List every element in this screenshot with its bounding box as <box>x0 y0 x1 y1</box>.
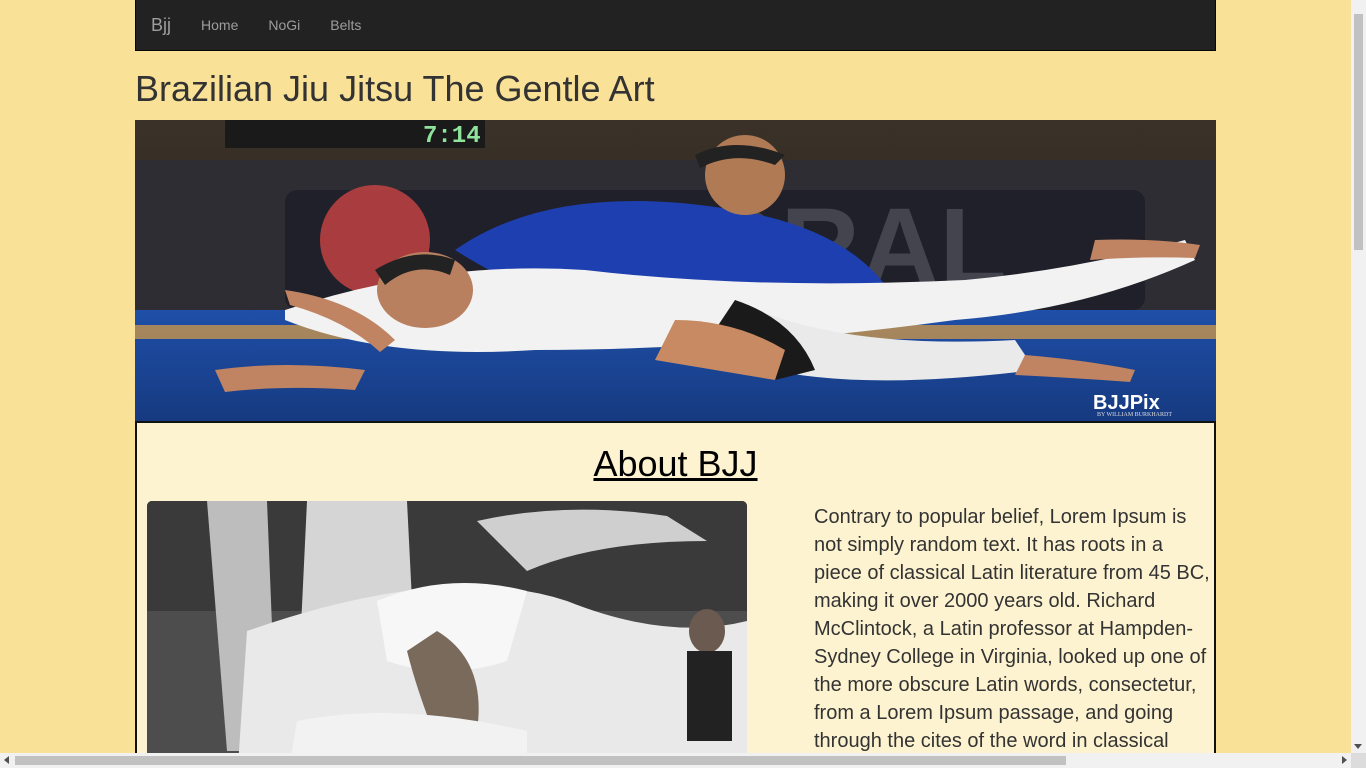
vertical-scroll-thumb[interactable] <box>1354 14 1363 250</box>
nav-item-home[interactable]: Home <box>186 0 253 50</box>
about-section: About BJJ Contrary to popular belief, Lo… <box>135 421 1216 768</box>
scrollbar-corner <box>1351 753 1366 768</box>
scroll-down-arrow-icon[interactable] <box>1354 744 1362 749</box>
horizontal-scrollbar[interactable] <box>0 753 1351 768</box>
watermark-subtext: BY WILLIAM BURKHARDT <box>1097 412 1172 418</box>
brand-link[interactable]: Bjj <box>136 0 186 50</box>
top-navbar: Bjj Home NoGi Belts <box>135 0 1216 51</box>
horizontal-scroll-thumb[interactable] <box>15 756 1066 765</box>
vertical-scrollbar[interactable] <box>1351 0 1366 753</box>
hero-banner-image: 7:14 ORAL BJJPix BY WILLIAM BURKHARDT <box>135 120 1216 421</box>
page-title: Brazilian Jiu Jitsu The Gentle Art <box>135 68 655 109</box>
scoreboard-text: 7:14 <box>423 123 481 150</box>
about-heading: About BJJ <box>593 443 758 484</box>
nav-item-belts[interactable]: Belts <box>315 0 376 50</box>
nav-item-nogi[interactable]: NoGi <box>253 0 315 50</box>
scroll-right-arrow-icon[interactable] <box>1342 756 1347 764</box>
watermark-text: BJJPix <box>1093 392 1160 414</box>
scroll-left-arrow-icon[interactable] <box>4 756 9 764</box>
about-paragraph: Contrary to popular belief, Lorem Ipsum … <box>814 506 1210 752</box>
about-photo <box>147 501 747 768</box>
